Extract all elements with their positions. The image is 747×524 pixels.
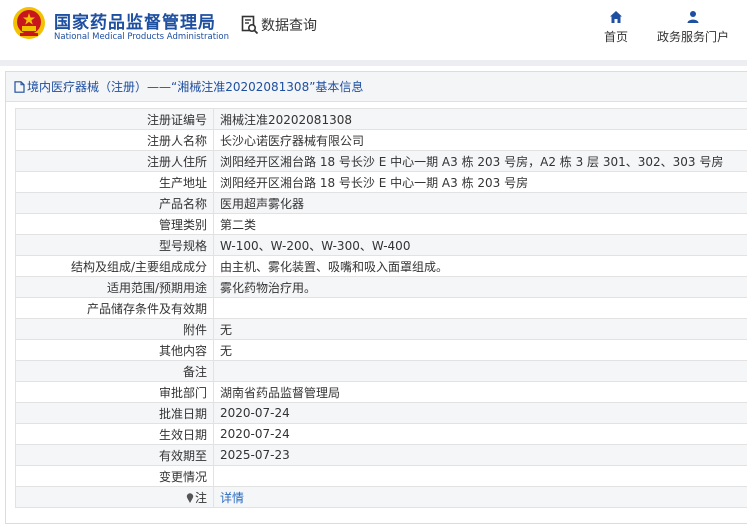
row-value: W-100、W-200、W-300、W-400 xyxy=(213,234,747,256)
row-value xyxy=(213,465,747,487)
row-label: 结构及组成/主要组成成分 xyxy=(15,255,214,277)
table-row: 注 详情 xyxy=(15,486,747,508)
table-row: 其他内容无 xyxy=(15,339,747,361)
row-value: 2025-07-23 xyxy=(213,444,747,466)
header-divider xyxy=(0,60,747,66)
row-label: 型号规格 xyxy=(15,234,214,256)
table-row: 管理类别 第二类 xyxy=(15,213,747,235)
national-emblem-icon xyxy=(13,7,45,39)
row-value: 第二类 xyxy=(213,213,747,235)
table-row: 结构及组成/主要组成成分 由主机、雾化装置、吸嘴和吸入面罩组成。 xyxy=(15,255,747,277)
brand-name-cn[interactable]: 国家药品监督管理局 xyxy=(54,8,216,33)
row-label: 注册证编号 xyxy=(15,108,214,130)
detail-panel: 境内医疗器械（注册）——“湘械注准20202081308”基本信息 注册证编号湘… xyxy=(5,71,747,524)
data-query-label: 数据查询 xyxy=(261,18,317,34)
row-label: 注册人名称 xyxy=(15,129,214,151)
site-header: 国家药品监督管理局 National Medical Products Admi… xyxy=(0,0,747,60)
row-label: 生产地址 xyxy=(15,171,214,193)
row-label: 产品名称 xyxy=(15,192,214,214)
table-row: 审批部门 湖南省药品监督管理局 xyxy=(15,381,747,403)
detail-table: 注册证编号 湘械注准20202081308 注册人名称 长沙心诺医疗器械有限公司 注… xyxy=(15,108,747,508)
row-value: 湖南省药品监督管理局 xyxy=(213,381,747,403)
row-value: 由主机、雾化装置、吸嘴和吸入面罩组成。 xyxy=(213,255,747,277)
nav-service-portal[interactable]: 政务服务门户 xyxy=(655,10,731,45)
document-icon xyxy=(14,80,25,93)
row-value: 2020-07-24 xyxy=(213,402,747,424)
table-row: 批准日期 2020-07-24 xyxy=(15,402,747,424)
row-label: 有效期至 xyxy=(15,444,214,466)
row-label: 附件 xyxy=(15,318,214,340)
panel-title: 境内医疗器械（注册）——“湘械注准20202081308”基本信息 xyxy=(6,72,747,102)
row-value: 无 xyxy=(213,339,747,361)
row-value: 无 xyxy=(213,318,747,340)
document-search-icon xyxy=(241,15,259,35)
home-icon xyxy=(610,11,622,23)
row-label: 备注 xyxy=(15,360,214,382)
details-link[interactable]: 详情 xyxy=(220,491,244,505)
table-row: 产品储存条件及有效期 xyxy=(15,297,747,319)
row-value xyxy=(213,360,747,382)
table-row: 注册证编号 湘械注准20202081308 xyxy=(15,108,747,130)
user-icon xyxy=(687,11,699,23)
row-label: 变更情况 xyxy=(15,465,214,487)
row-label: 产品储存条件及有效期 xyxy=(15,297,214,319)
nav-home[interactable]: 首页 xyxy=(600,10,632,45)
table-row: 备注 xyxy=(15,360,747,382)
panel-title-text: 境内医疗器械（注册）——“湘械注准20202081308”基本信息 xyxy=(27,80,364,94)
row-value: 湘械注准20202081308 xyxy=(213,108,747,130)
table-row: 注册人住所 浏阳经开区湘台路 18 号长沙 E 中心一期 A3 栋 203 号房，… xyxy=(15,150,747,172)
table-row: 生效日期 2020-07-24 xyxy=(15,423,747,445)
row-value: 长沙心诺医疗器械有限公司 xyxy=(213,129,747,151)
nav-home-label: 首页 xyxy=(603,30,628,44)
row-value: 详情 xyxy=(213,486,747,508)
row-label: 生效日期 xyxy=(15,423,214,445)
table-row: 适用范围/预期用途 雾化药物治疗用。 xyxy=(15,276,747,298)
row-value: 医用超声雾化器 xyxy=(213,192,747,214)
row-value xyxy=(213,297,747,319)
row-label: 注册人住所 xyxy=(15,150,214,172)
row-label: 适用范围/预期用途 xyxy=(15,276,214,298)
row-value: 浏阳经开区湘台路 18 号长沙 E 中心一期 A3 栋 203 号房，A2 栋 … xyxy=(213,150,747,172)
row-value: 雾化药物治疗用。 xyxy=(213,276,747,298)
row-label: 审批部门 xyxy=(15,381,214,403)
pin-icon xyxy=(186,493,194,503)
row-value: 2020-07-24 xyxy=(213,423,747,445)
table-row: 注册人名称 长沙心诺医疗器械有限公司 xyxy=(15,129,747,151)
table-row: 产品名称 医用超声雾化器 xyxy=(15,192,747,214)
row-label-note: 注 xyxy=(15,486,214,508)
row-label: 管理类别 xyxy=(15,213,214,235)
row-label-text: 注 xyxy=(194,490,207,505)
row-label: 其他内容 xyxy=(15,339,214,361)
table-row: 附件无 xyxy=(15,318,747,340)
nav-service-label: 政务服务门户 xyxy=(656,30,729,44)
table-row: 变更情况 xyxy=(15,465,747,487)
table-row: 有效期至 2025-07-23 xyxy=(15,444,747,466)
data-query-link[interactable]: 数据查询 xyxy=(241,14,317,36)
table-row: 型号规格 W-100、W-200、W-300、W-400 xyxy=(15,234,747,256)
row-label: 批准日期 xyxy=(15,402,214,424)
row-value: 浏阳经开区湘台路 18 号长沙 E 中心一期 A3 栋 203 号房 xyxy=(213,171,747,193)
brand-name-en[interactable]: National Medical Products Administration xyxy=(54,32,229,42)
table-row: 生产地址 浏阳经开区湘台路 18 号长沙 E 中心一期 A3 栋 203 号房 xyxy=(15,171,747,193)
